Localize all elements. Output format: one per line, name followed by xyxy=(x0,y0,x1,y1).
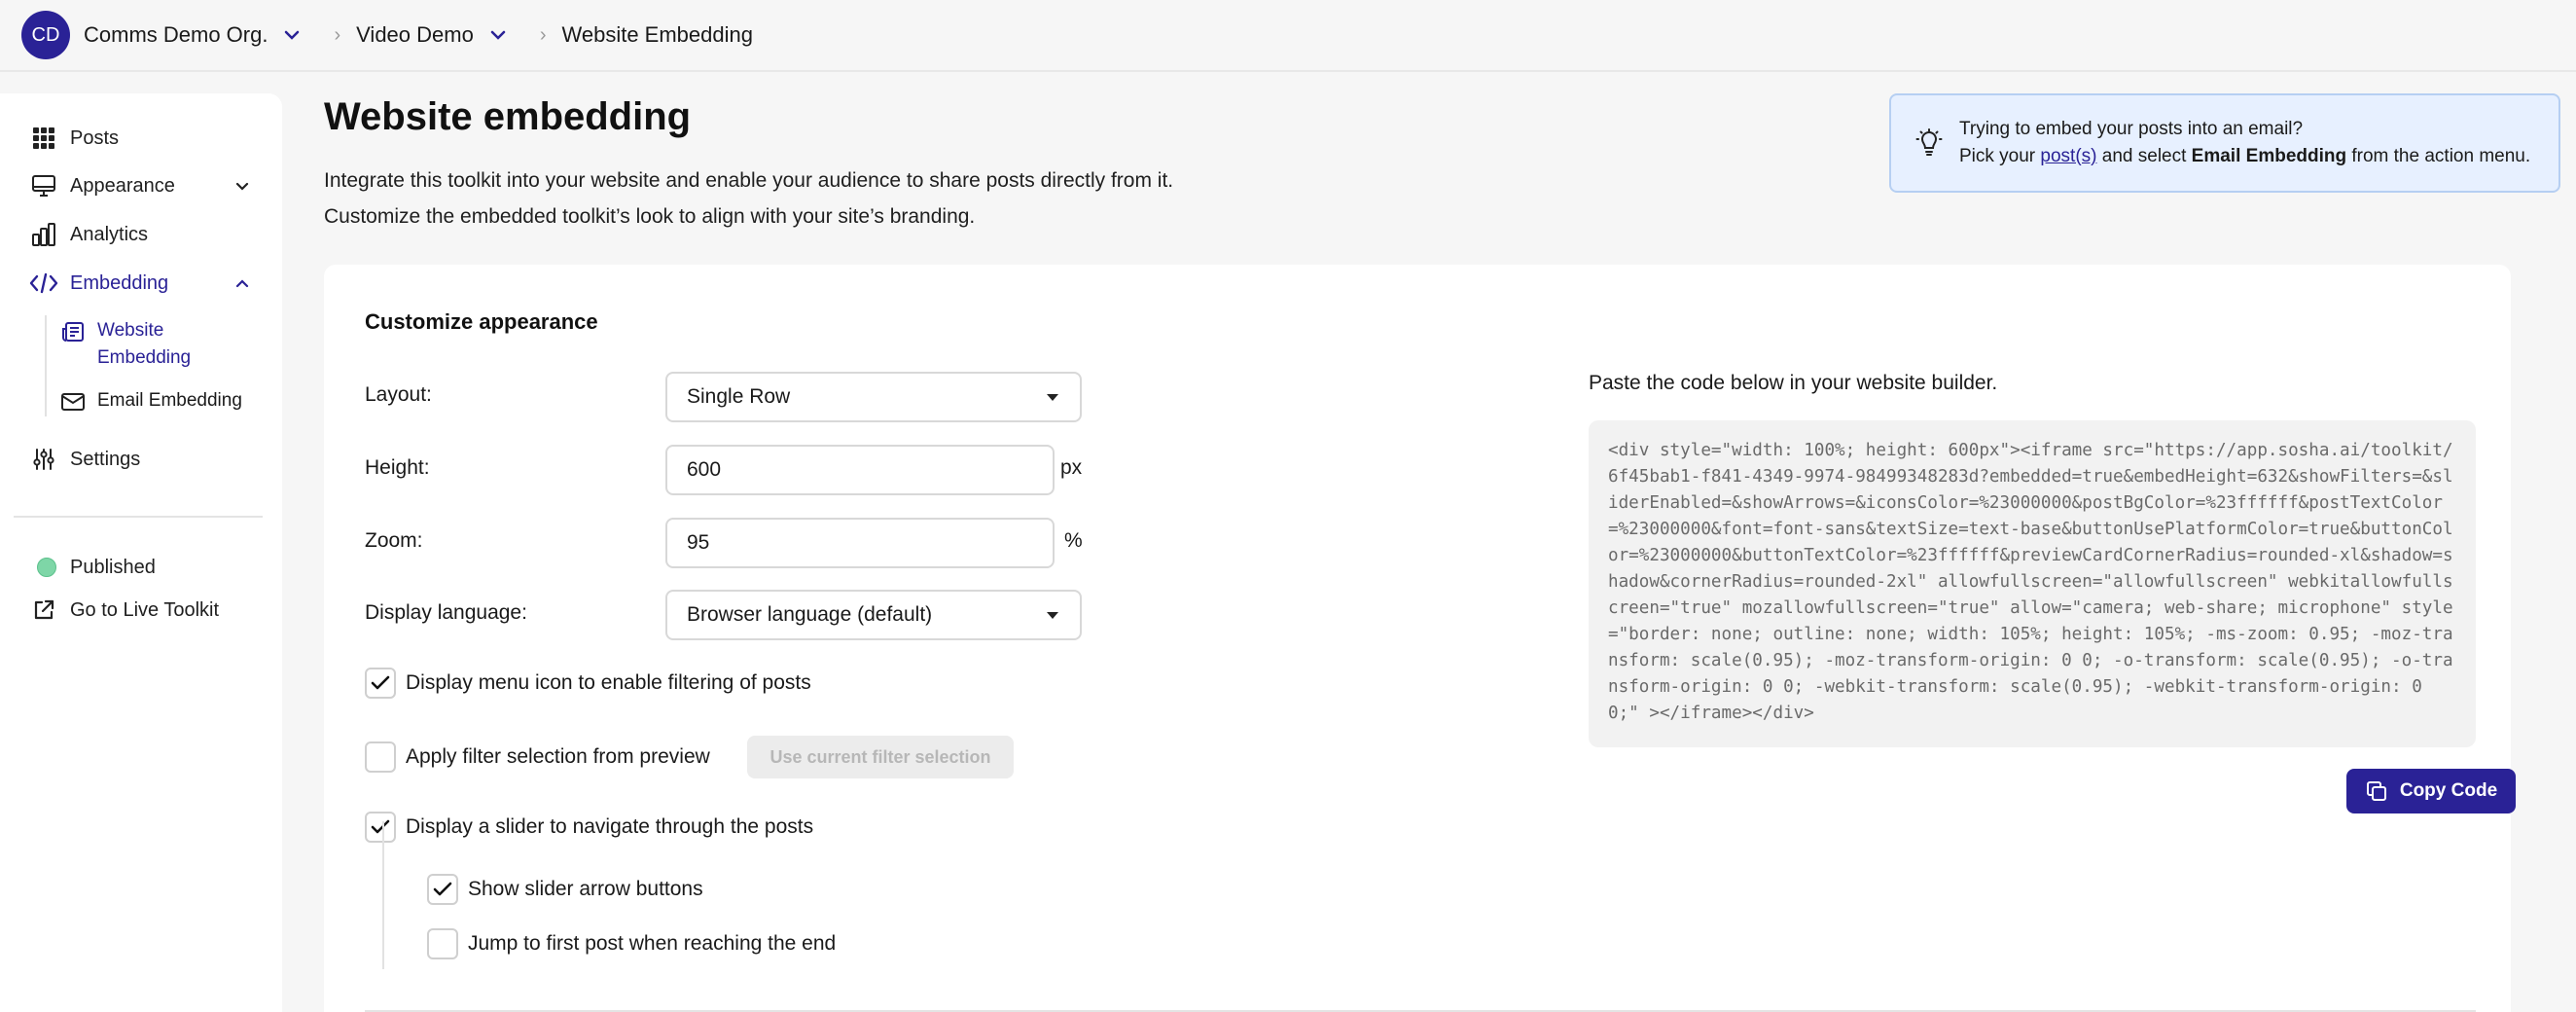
sidebar-item-label: Posts xyxy=(70,126,120,149)
chevron-down-icon xyxy=(233,177,251,195)
tip-text-part: and select xyxy=(2096,146,2192,166)
submenu-rail xyxy=(45,315,47,416)
copy-icon xyxy=(2365,779,2388,803)
height-input[interactable]: 600 xyxy=(665,445,1055,495)
zoom-unit: % xyxy=(1064,529,1083,552)
tip-line-2: Pick your post(s) and select Email Embed… xyxy=(1959,143,2530,170)
menu-icon-checkbox[interactable] xyxy=(365,668,396,699)
caret-down-icon xyxy=(1047,612,1058,619)
sidebar-item-settings[interactable]: Settings xyxy=(29,440,140,479)
page-title: Website embedding xyxy=(324,95,692,138)
org-switcher[interactable]: Comms Demo Org. xyxy=(84,22,303,48)
sidebar: Posts Appearance Analytics Embedding Web… xyxy=(0,93,282,1012)
go-to-live-toolkit-link[interactable]: Go to Live Toolkit xyxy=(29,591,219,630)
project-name: Video Demo xyxy=(356,22,474,47)
height-label: Height: xyxy=(365,456,430,479)
sidebar-item-posts[interactable]: Posts xyxy=(29,119,119,158)
status-dot xyxy=(37,558,56,577)
layout-label: Layout: xyxy=(365,383,432,406)
chevron-down-icon xyxy=(281,24,303,46)
sidebar-item-appearance[interactable]: Appearance xyxy=(29,166,253,205)
display-language-select[interactable]: Browser language (default) xyxy=(665,590,1082,640)
tip-text-part: Pick your xyxy=(1959,146,2041,166)
sidebar-item-label: Analytics xyxy=(70,223,149,245)
customize-card: Customize appearance Layout: Single Row … xyxy=(324,265,2516,1012)
sidebar-item-label: Website Embedding xyxy=(97,320,192,368)
zoom-label: Zoom: xyxy=(365,529,423,552)
zoom-input[interactable]: 95 xyxy=(665,518,1055,568)
mail-icon xyxy=(60,389,86,415)
chevron-down-icon xyxy=(487,24,509,46)
slider-arrows-option[interactable]: Show slider arrow buttons xyxy=(427,874,703,905)
publish-status: Published xyxy=(29,548,156,587)
option-label: Display menu icon to enable filtering of… xyxy=(406,671,811,694)
status-label: Published xyxy=(70,556,156,578)
display-language-value: Browser language (default) xyxy=(687,603,933,626)
display-language-label: Display language: xyxy=(365,601,527,624)
tip-text: Trying to embed your posts into an email… xyxy=(1959,116,2530,170)
link-label: Go to Live Toolkit xyxy=(70,598,220,621)
copy-code-button[interactable]: Copy Code xyxy=(2346,769,2516,813)
jump-to-first-option[interactable]: Jump to first post when reaching the end xyxy=(427,928,836,959)
grid-icon xyxy=(29,124,58,153)
sidebar-item-label: Email Embedding xyxy=(97,390,242,411)
project-switcher[interactable]: Video Demo xyxy=(356,22,509,48)
copy-code-label: Copy Code xyxy=(2399,780,2498,801)
org-name: Comms Demo Org. xyxy=(84,22,268,47)
code-icon xyxy=(29,269,58,298)
slider-checkbox[interactable] xyxy=(365,812,396,843)
layout-value: Single Row xyxy=(687,385,791,408)
sidebar-divider xyxy=(14,516,263,518)
breadcrumb-separator: › xyxy=(539,23,547,46)
top-bar: CD Comms Demo Org. › Video Demo › Websit… xyxy=(0,0,2576,72)
tip-text-part: from the action menu. xyxy=(2346,146,2531,166)
layout-select[interactable]: Single Row xyxy=(665,372,1082,422)
bar-chart-icon xyxy=(29,220,58,249)
email-embedding-tip: Trying to embed your posts into an email… xyxy=(1889,93,2560,193)
option-label: Show slider arrow buttons xyxy=(468,878,703,900)
slider-option[interactable]: Display a slider to navigate through the… xyxy=(365,812,813,843)
apply-filter-option[interactable]: Apply filter selection from preview xyxy=(365,741,710,773)
sidebar-item-label: Embedding xyxy=(70,271,169,294)
org-avatar[interactable]: CD xyxy=(21,11,70,59)
breadcrumb-separator: › xyxy=(334,23,341,46)
nested-options-rail xyxy=(382,821,384,969)
email-embedding-emphasis: Email Embedding xyxy=(2191,146,2347,166)
breadcrumb-current: Website Embedding xyxy=(561,22,754,47)
external-link-icon xyxy=(29,596,58,625)
sidebar-item-embedding[interactable]: Embedding xyxy=(29,264,253,303)
sidebar-item-analytics[interactable]: Analytics xyxy=(29,215,148,254)
option-label: Jump to first post when reaching the end xyxy=(468,932,837,955)
page-description-line-1: Integrate this toolkit into your website… xyxy=(324,169,1174,192)
sidebar-item-label: Appearance xyxy=(70,174,175,197)
code-instructions: Paste the code below in your website bui… xyxy=(1589,372,1998,394)
page-description-line-2: Customize the embedded toolkit’s look to… xyxy=(324,205,976,228)
sidebar-item-email-embedding[interactable]: Email Embedding xyxy=(60,387,242,415)
monitor-icon xyxy=(29,171,58,200)
caret-down-icon xyxy=(1047,394,1058,401)
jump-to-first-checkbox[interactable] xyxy=(427,928,458,959)
apply-filter-checkbox[interactable] xyxy=(365,741,396,773)
sidebar-item-website-embedding[interactable]: Website Embedding xyxy=(60,317,204,372)
sidebar-item-label: Settings xyxy=(70,448,141,470)
use-current-filter-button[interactable]: Use current filter selection xyxy=(747,736,1014,778)
chevron-up-icon xyxy=(233,274,251,292)
section-title: Customize appearance xyxy=(365,309,598,334)
menu-icon-filter-option[interactable]: Display menu icon to enable filtering of… xyxy=(365,668,811,699)
embed-code-block[interactable]: <div style="width: 100%; height: 600px">… xyxy=(1589,420,2476,747)
option-label: Display a slider to navigate through the… xyxy=(406,815,814,838)
posts-link[interactable]: post(s) xyxy=(2040,146,2096,166)
tip-line-1: Trying to embed your posts into an email… xyxy=(1959,119,2304,139)
newspaper-icon xyxy=(60,319,86,344)
sliders-icon xyxy=(29,445,58,474)
lightbulb-icon xyxy=(1914,128,1944,158)
option-label: Apply filter selection from preview xyxy=(406,745,710,768)
height-unit: px xyxy=(1060,456,1083,479)
slider-arrows-checkbox[interactable] xyxy=(427,874,458,905)
